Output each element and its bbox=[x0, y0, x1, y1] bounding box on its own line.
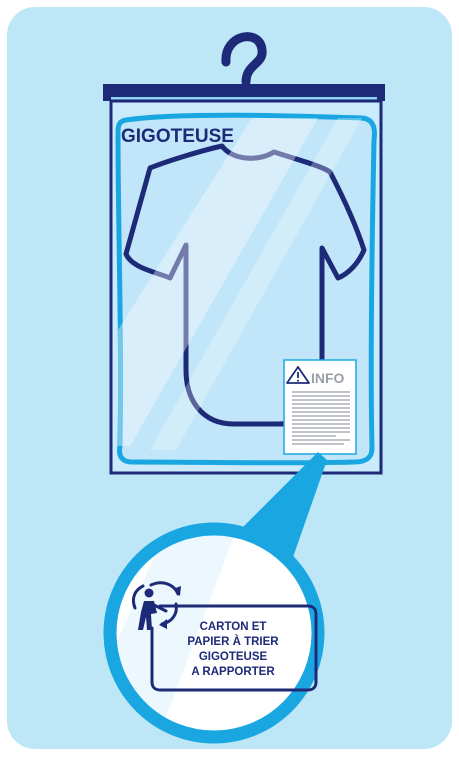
recycling-label-line-4: A RAPPORTER bbox=[191, 666, 275, 678]
illustration: GIGOTEUSE INFO CARTON ET PAPIER À TRIER … bbox=[7, 7, 452, 749]
recycling-label-line-2: PAPIER À TRIER bbox=[187, 635, 279, 648]
recycling-label-line-3: GIGOTEUSE bbox=[199, 651, 268, 663]
bag-title: GIGOTEUSE bbox=[121, 126, 234, 147]
info-label: INFO bbox=[311, 370, 345, 386]
info-document: INFO bbox=[283, 359, 357, 455]
recycling-label-line-1: CARTON ET bbox=[200, 621, 267, 633]
